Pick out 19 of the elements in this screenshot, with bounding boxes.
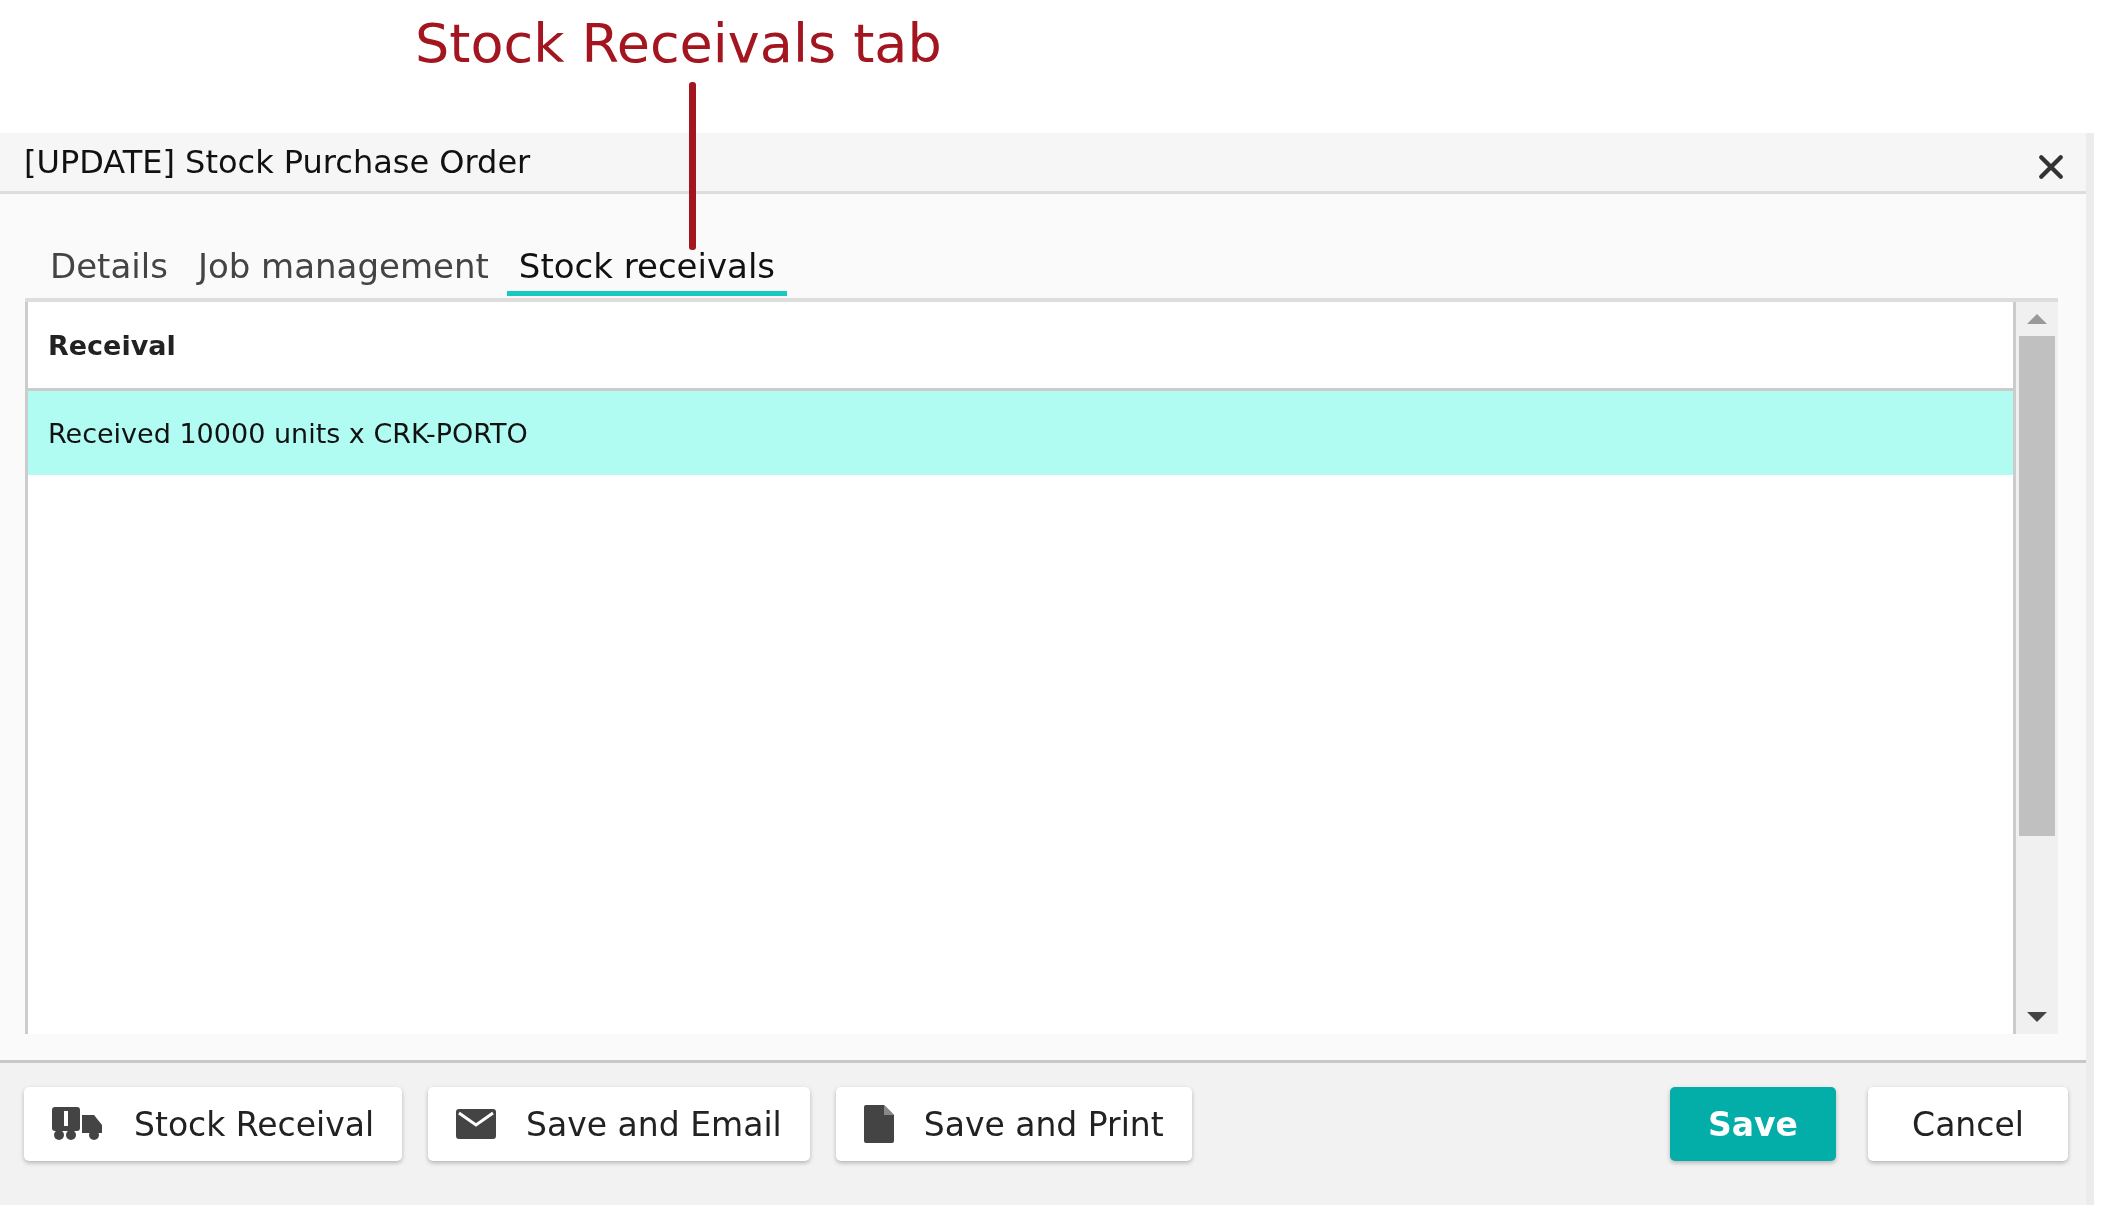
close-icon[interactable]: [2038, 154, 2064, 180]
pdf-file-icon: [863, 1105, 894, 1143]
window-title: [UPDATE] Stock Purchase Order: [24, 143, 531, 181]
footer-button[interactable]: Save and Email: [428, 1087, 810, 1161]
footer-button[interactable]: Save and Print: [835, 1087, 1192, 1161]
table-row[interactable]: Received 10000 units x CRK-PORTO: [28, 391, 2013, 475]
tab[interactable]: Details: [38, 242, 180, 296]
scrollbar[interactable]: [2016, 302, 2058, 1034]
tab[interactable]: Job management: [185, 242, 501, 296]
annotation-label: Stock Receivals tab: [415, 12, 942, 76]
tab[interactable]: Stock receivals: [506, 242, 788, 296]
scrollbar-thumb[interactable]: [2019, 336, 2055, 836]
column-header: Receival: [48, 329, 176, 361]
scroll-up-icon[interactable]: [2027, 314, 2047, 324]
truck-icon: [52, 1107, 104, 1141]
cancel-button[interactable]: Cancel: [1868, 1087, 2068, 1161]
footer-button[interactable]: Stock Receival: [24, 1087, 403, 1161]
envelope-icon: [456, 1109, 497, 1139]
scroll-down-icon[interactable]: [2027, 1012, 2047, 1022]
